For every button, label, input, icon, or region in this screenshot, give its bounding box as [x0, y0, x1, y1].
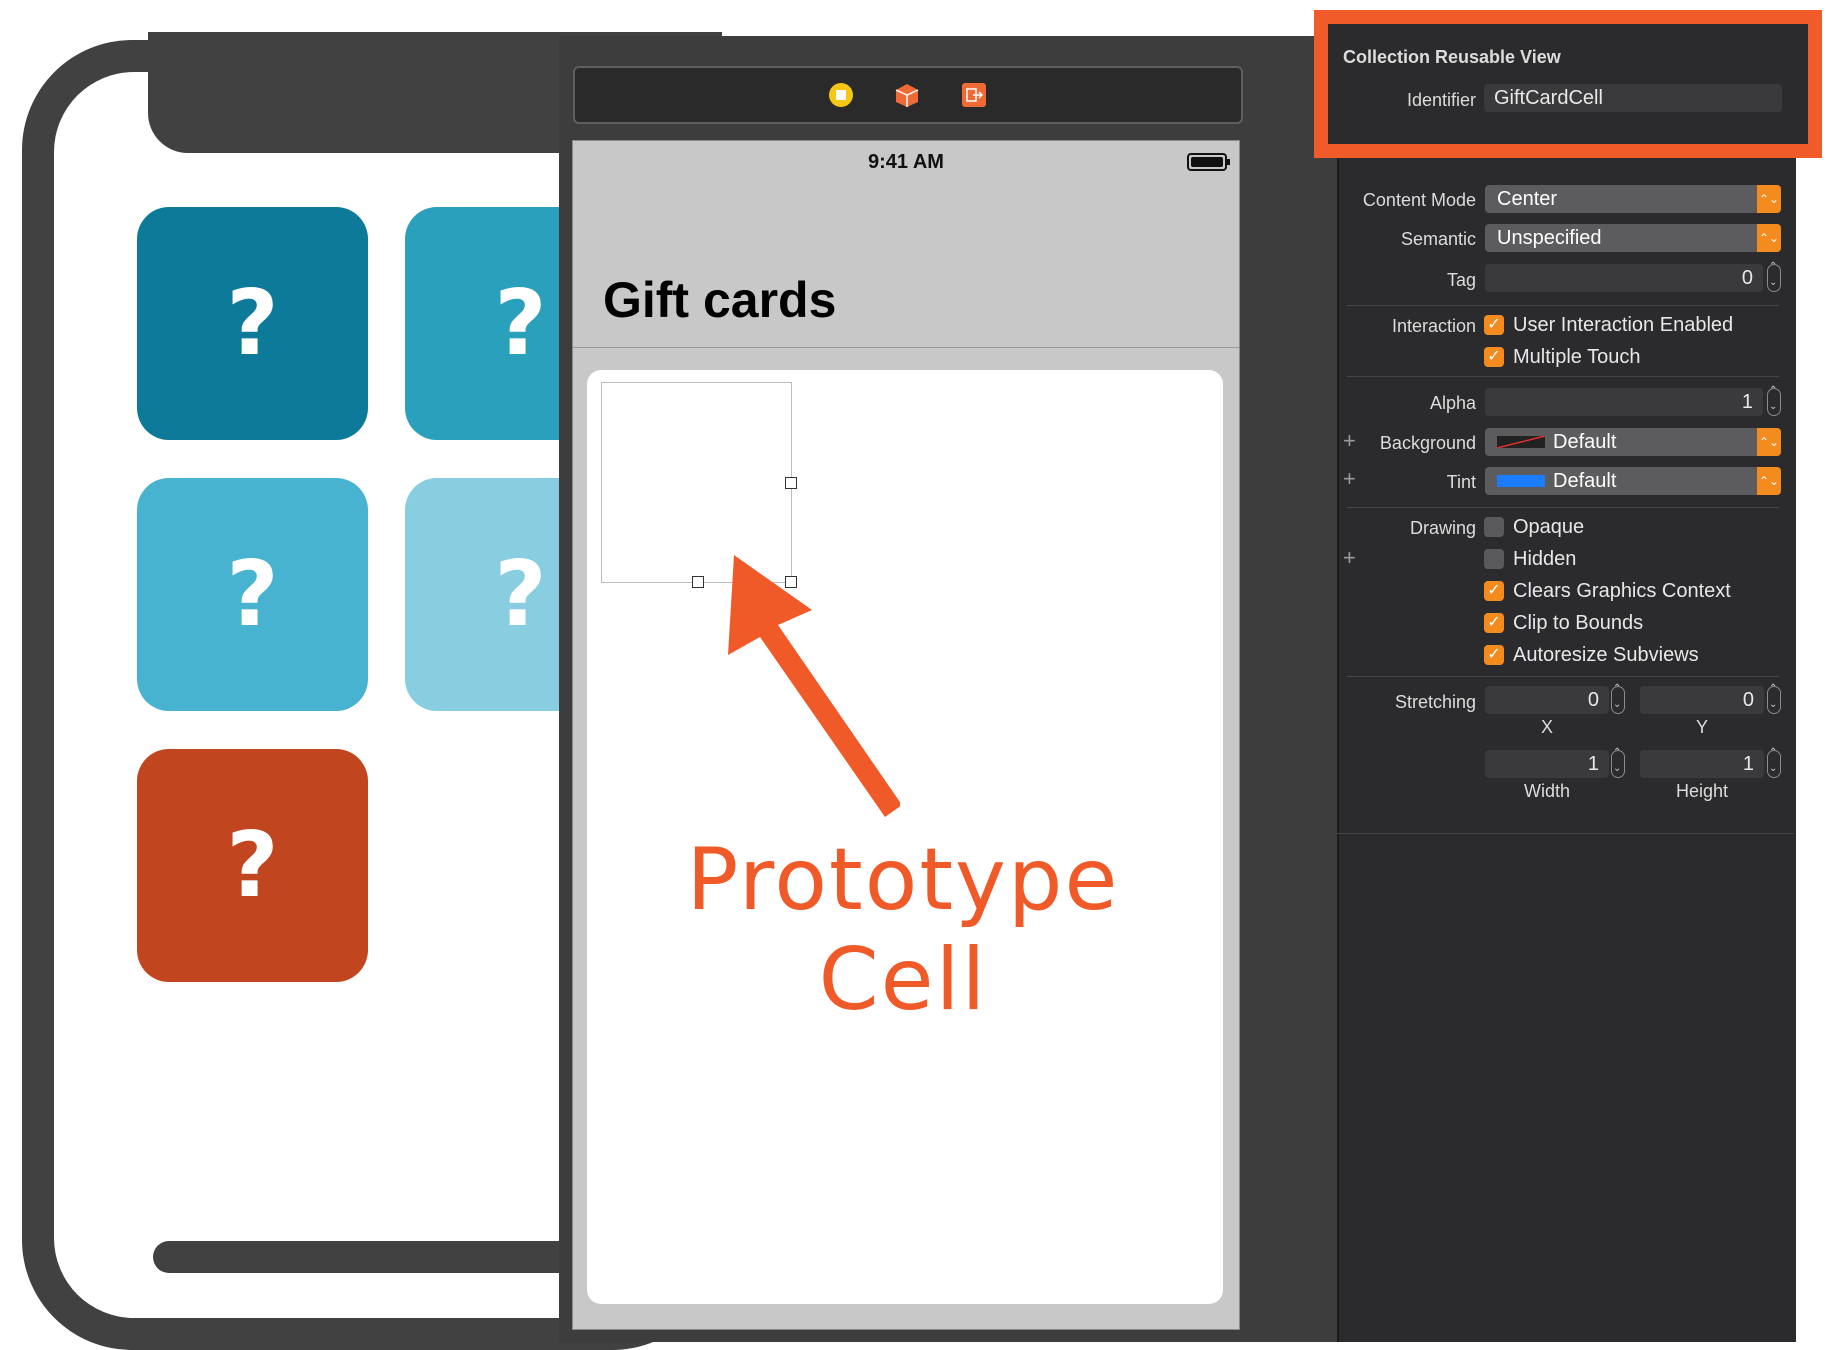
autoresize-checkbox[interactable]: ✓	[1484, 645, 1504, 665]
popup-value: Default	[1553, 470, 1617, 492]
user-interaction-checkbox[interactable]: ✓	[1484, 315, 1504, 335]
popup-value: Default	[1553, 431, 1617, 453]
resize-handle[interactable]	[692, 576, 704, 588]
semantic-label: Semantic	[1400, 229, 1476, 249]
navigation-title: Gift cards	[603, 272, 837, 328]
tile-label: ?	[494, 271, 547, 376]
content-mode-label: Content Mode	[1362, 190, 1476, 210]
nav-divider	[573, 347, 1239, 348]
stretching-label: Stretching	[1394, 692, 1476, 712]
clears-graphics-label: Clears Graphics Context	[1513, 580, 1731, 602]
annotation-label: Prototype Cell	[600, 830, 1206, 1030]
multiple-touch-checkbox[interactable]: ✓	[1484, 347, 1504, 367]
annotation-arrow	[728, 555, 900, 817]
alpha-field[interactable]: 1	[1485, 388, 1763, 416]
battery-icon	[1187, 153, 1230, 171]
tile-label: ?	[226, 813, 279, 918]
height-label: Height	[1675, 781, 1729, 801]
drawing-label: Drawing	[1409, 518, 1476, 538]
stretch-x-field[interactable]: 0	[1485, 686, 1609, 714]
multiple-touch-label: Multiple Touch	[1513, 346, 1641, 368]
divider	[1337, 833, 1794, 834]
divider	[1347, 676, 1779, 677]
clears-graphics-checkbox[interactable]: ✓	[1484, 581, 1504, 601]
stretch-height-stepper[interactable]	[1767, 747, 1781, 778]
stretch-x-stepper[interactable]	[1611, 683, 1625, 714]
width-label: Width	[1523, 781, 1570, 801]
y-label: Y	[1695, 717, 1708, 737]
divider	[1347, 376, 1779, 377]
identifier-label: Identifier	[1406, 90, 1476, 110]
chevron-updown-icon: ⌃⌄	[1757, 185, 1781, 213]
stretch-width-stepper[interactable]	[1611, 747, 1625, 778]
stretch-y-field[interactable]: 0	[1640, 686, 1764, 714]
status-time: 9:41 AM	[868, 151, 944, 173]
popup-value: Unspecified	[1497, 227, 1602, 249]
annotation-line: Cell	[818, 930, 988, 1030]
divider	[1347, 305, 1779, 306]
background-label: Background	[1379, 433, 1476, 453]
stretch-height-field[interactable]: 1	[1640, 750, 1764, 778]
x-label: X	[1540, 717, 1553, 737]
add-variation-icon[interactable]: +	[1343, 545, 1356, 571]
stretch-y-stepper[interactable]	[1767, 683, 1781, 714]
color-swatch	[1497, 436, 1545, 448]
color-swatch	[1497, 475, 1545, 487]
scene-dock	[573, 66, 1243, 124]
clip-to-bounds-checkbox[interactable]: ✓	[1484, 613, 1504, 633]
tile-label: ?	[226, 271, 279, 376]
gift-card-tile[interactable]: ?	[137, 478, 368, 711]
tint-label: Tint	[1446, 472, 1476, 492]
first-responder-icon[interactable]	[894, 82, 920, 108]
opaque-label: Opaque	[1513, 516, 1585, 538]
device-frame: 9:41 AM Gift cards	[572, 140, 1240, 1330]
clip-to-bounds-label: Clip to Bounds	[1513, 612, 1644, 634]
alpha-stepper[interactable]	[1767, 385, 1781, 416]
tag-stepper[interactable]	[1767, 261, 1781, 292]
identifier-field[interactable]: GiftCardCell	[1484, 84, 1782, 112]
gift-card-tile[interactable]: ?	[137, 207, 368, 440]
chevron-updown-icon: ⌃⌄	[1757, 467, 1781, 495]
chevron-updown-icon: ⌃⌄	[1757, 428, 1781, 456]
semantic-popup[interactable]: Unspecified ⌃⌄	[1485, 224, 1781, 252]
view-controller-icon[interactable]	[828, 82, 854, 108]
opaque-checkbox[interactable]	[1484, 517, 1504, 537]
stretch-width-field[interactable]: 1	[1485, 750, 1609, 778]
autoresize-label: Autoresize Subviews	[1513, 644, 1699, 666]
user-interaction-label: User Interaction Enabled	[1513, 314, 1734, 336]
popup-value: Center	[1497, 188, 1558, 210]
content-mode-popup[interactable]: Center ⌃⌄	[1485, 185, 1781, 213]
chevron-updown-icon: ⌃⌄	[1757, 224, 1781, 252]
tile-label: ?	[494, 542, 547, 647]
annotation-line: Prototype	[686, 830, 1120, 930]
alpha-label: Alpha	[1429, 393, 1476, 413]
tile-label: ?	[226, 542, 279, 647]
exit-icon[interactable]	[961, 82, 987, 108]
gift-card-tile[interactable]: ?	[137, 749, 368, 982]
tag-field[interactable]: 0	[1485, 264, 1763, 292]
hidden-checkbox[interactable]	[1484, 549, 1504, 569]
tag-label: Tag	[1446, 270, 1476, 290]
prototype-cell[interactable]	[601, 382, 792, 583]
interaction-label: Interaction	[1391, 316, 1476, 336]
resize-handle[interactable]	[785, 477, 797, 489]
divider	[1347, 507, 1779, 508]
hidden-label: Hidden	[1513, 548, 1577, 570]
tint-popup[interactable]: Default ⌃⌄	[1485, 467, 1781, 495]
section-title: Collection Reusable View	[1343, 47, 1561, 67]
background-popup[interactable]: Default ⌃⌄	[1485, 428, 1781, 456]
